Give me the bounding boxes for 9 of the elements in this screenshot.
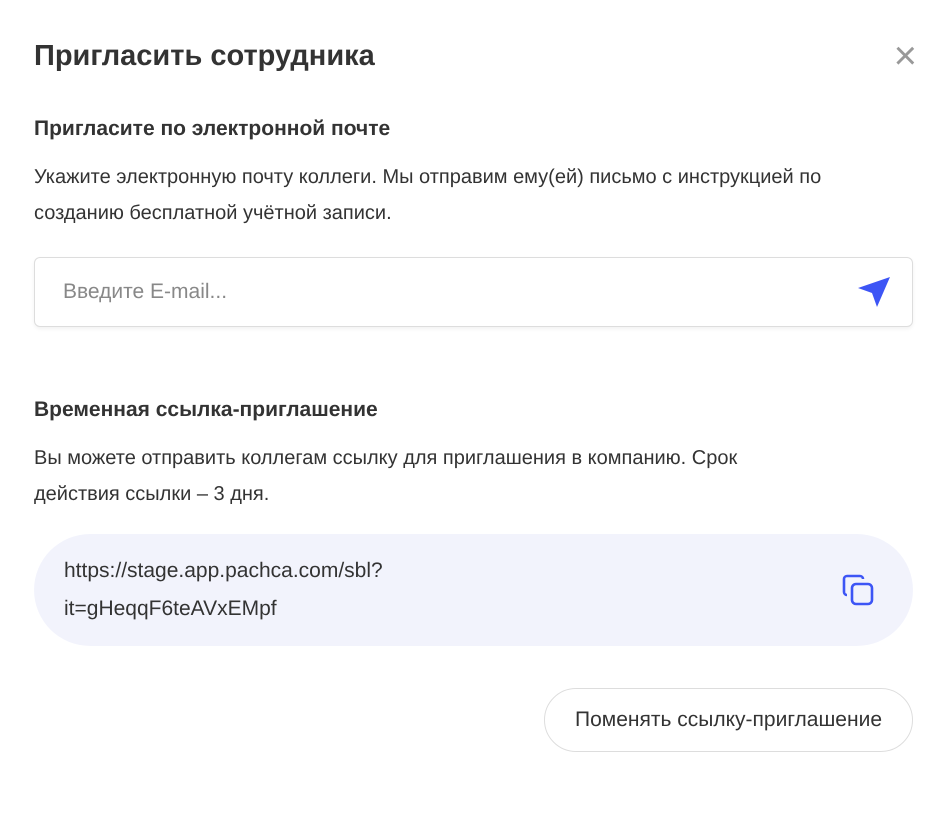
section-heading: Пригласите по электронной почте [34,116,392,142]
change-link-button[interactable]: Поменять ссылку-приглашение [544,688,913,752]
description-text: Укажите электронную почту коллеги. Мы отправим ему(ей) письмо с инструкцией по созданию бесплатной учётной записи. [34,165,822,226]
invite-link-text: https://stage.app.pachca.com/sbl?it=gHeqqF6teAVxEMpf [64,558,384,622]
send-icon[interactable] [857,276,891,308]
section-heading: Временная ссылка-приглашение [34,397,379,422]
email-input-field[interactable]: Введите E-mail... [34,257,913,328]
dialog-title: Пригласить сотрудника [34,38,375,74]
description-text: Вы можете отправить коллегам ссылку для приглашения в компанию. Срок действия ссылки – 3 дня. [34,446,738,508]
